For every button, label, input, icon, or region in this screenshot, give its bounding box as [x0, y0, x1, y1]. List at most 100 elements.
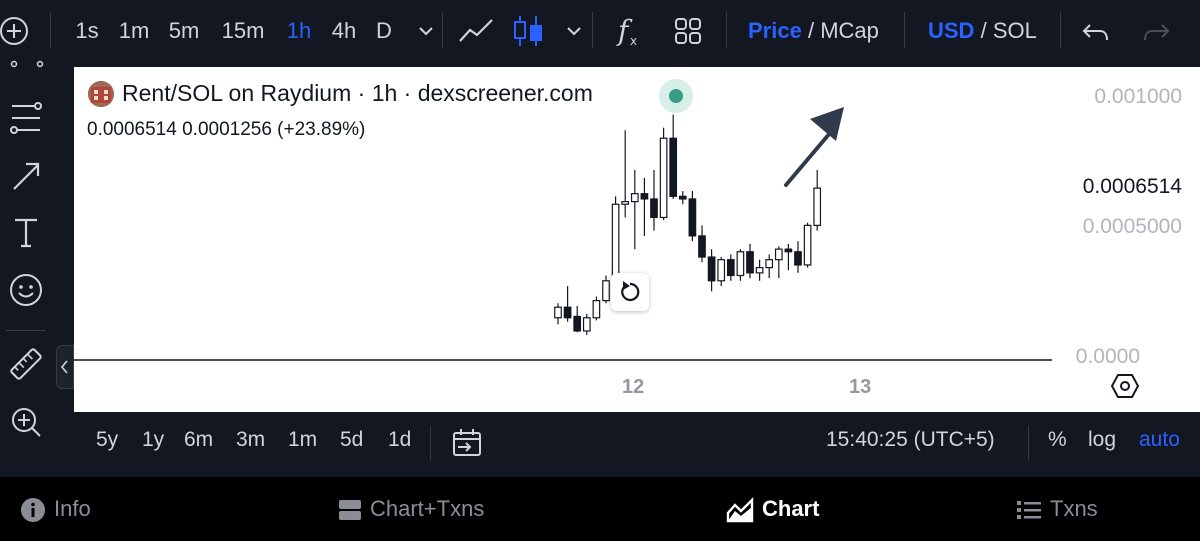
candle	[784, 243, 793, 271]
candle	[630, 169, 639, 250]
candle-body	[698, 235, 706, 258]
candle	[621, 130, 630, 218]
chevron-down-icon[interactable]	[556, 13, 592, 49]
candle	[707, 249, 716, 292]
price-mcap-toggle[interactable]: Price / MCap	[748, 14, 879, 48]
time-tick: 12	[622, 376, 645, 398]
interval-1s[interactable]: 1s	[72, 14, 102, 48]
candle-body	[563, 306, 572, 319]
toolbar-divider	[1060, 12, 1061, 48]
candle	[774, 246, 783, 279]
candle	[813, 169, 822, 231]
tab-txns[interactable]: Txns	[1016, 477, 1098, 541]
bottom-tab-bar: Info Chart+Txns Chart Txns	[0, 477, 1200, 541]
percent-scale-toggle[interactable]: %	[1048, 428, 1067, 452]
line-chart-icon[interactable]	[456, 13, 496, 49]
range-5d[interactable]: 5d	[340, 428, 363, 452]
toolbar-divider	[904, 12, 905, 48]
candle-body	[755, 267, 764, 274]
candle-body	[630, 193, 639, 203]
range-3m[interactable]: 3m	[236, 428, 265, 452]
sol-option[interactable]: SOL	[993, 18, 1037, 43]
interval-1h[interactable]: 1h	[284, 14, 314, 48]
cursor-dots-icon[interactable]	[6, 58, 46, 78]
tab-chart[interactable]: Chart	[726, 477, 819, 541]
interval-d[interactable]: D	[372, 14, 396, 48]
candle-body	[621, 201, 630, 205]
price-option[interactable]: Price	[748, 18, 802, 43]
candle-body	[746, 251, 754, 274]
candle-body	[803, 224, 812, 266]
candle-body	[573, 315, 582, 332]
range-1m[interactable]: 1m	[288, 428, 317, 452]
date-range-icon[interactable]	[450, 426, 484, 460]
range-5y[interactable]: 5y	[96, 428, 118, 452]
log-scale-toggle[interactable]: log	[1088, 428, 1116, 452]
currency-toggle[interactable]: USD / SOL	[928, 14, 1037, 48]
ruler-icon[interactable]	[6, 344, 46, 384]
tab-info[interactable]: Info	[20, 477, 91, 541]
interval-5m[interactable]: 5m	[166, 14, 202, 48]
chevron-down-icon[interactable]	[408, 13, 444, 49]
candle-body	[765, 259, 774, 269]
candle-body	[611, 203, 620, 282]
undo-icon[interactable]	[1078, 13, 1114, 49]
collapse-toolbar-button[interactable]	[56, 345, 74, 389]
range-1y[interactable]: 1y	[142, 428, 164, 452]
reset-icon	[621, 281, 640, 302]
add-indicator-icon[interactable]	[0, 13, 34, 49]
candle-body	[736, 251, 745, 277]
drawing-toolbar	[0, 60, 54, 472]
chart-pane[interactable]: Rent/SOL on Raydium · 1h · dexscreener.c…	[74, 67, 1200, 412]
usd-option[interactable]: USD	[928, 18, 974, 43]
range-6m[interactable]: 6m	[184, 428, 213, 452]
price-tick-mid: 0.0005000	[1082, 215, 1182, 238]
toggle-separator: /	[980, 18, 987, 43]
clock-timezone[interactable]: 15:40:25 (UTC+5)	[826, 428, 995, 452]
candle	[659, 127, 668, 221]
candle-body	[813, 187, 822, 226]
indicators-fx-icon[interactable]: f x	[610, 13, 646, 49]
candle-body	[602, 280, 610, 302]
toggle-separator: /	[807, 18, 815, 43]
auto-scale-toggle[interactable]: auto	[1139, 428, 1180, 452]
zoom-in-icon[interactable]	[6, 402, 46, 442]
settings-icon[interactable]	[1110, 371, 1140, 401]
reset-chart-button[interactable]	[611, 273, 649, 311]
redo-icon[interactable]	[1138, 13, 1174, 49]
candle	[688, 191, 697, 242]
range-1d[interactable]: 1d	[388, 428, 411, 452]
emoji-icon[interactable]	[6, 270, 46, 310]
candle	[592, 296, 601, 321]
split-view-icon	[339, 500, 361, 521]
candle-body	[650, 198, 658, 219]
mcap-option[interactable]: MCap	[820, 18, 879, 43]
fib-retracement-icon[interactable]	[6, 98, 46, 138]
candle-body	[659, 137, 668, 219]
candle-body	[592, 300, 601, 319]
interval-15m[interactable]: 15m	[218, 14, 268, 48]
text-tool-icon[interactable]	[6, 212, 46, 252]
arrow-tool-icon[interactable]	[6, 156, 46, 196]
tab-chart-txns[interactable]: Chart+Txns	[338, 477, 484, 541]
candle-body	[582, 317, 591, 332]
interval-1m[interactable]: 1m	[116, 14, 152, 48]
tab-txns-label: Txns	[1050, 496, 1098, 521]
range-divider	[430, 426, 431, 460]
candle	[736, 249, 745, 281]
candle	[698, 225, 706, 263]
candle	[717, 257, 726, 287]
candle	[669, 114, 678, 199]
candle-body	[707, 256, 716, 282]
candlestick-chart-icon[interactable]	[510, 13, 546, 49]
candle-body	[669, 137, 678, 197]
candle-body	[640, 193, 649, 200]
drawn-arrow[interactable]	[784, 107, 844, 187]
candle	[755, 259, 764, 281]
candle-body	[726, 259, 735, 277]
tab-chart-txns-label: Chart+Txns	[370, 496, 485, 521]
interval-4h[interactable]: 4h	[329, 14, 359, 48]
candle	[726, 254, 735, 281]
layout-grid-icon[interactable]	[670, 13, 706, 49]
candle-body	[678, 195, 687, 200]
